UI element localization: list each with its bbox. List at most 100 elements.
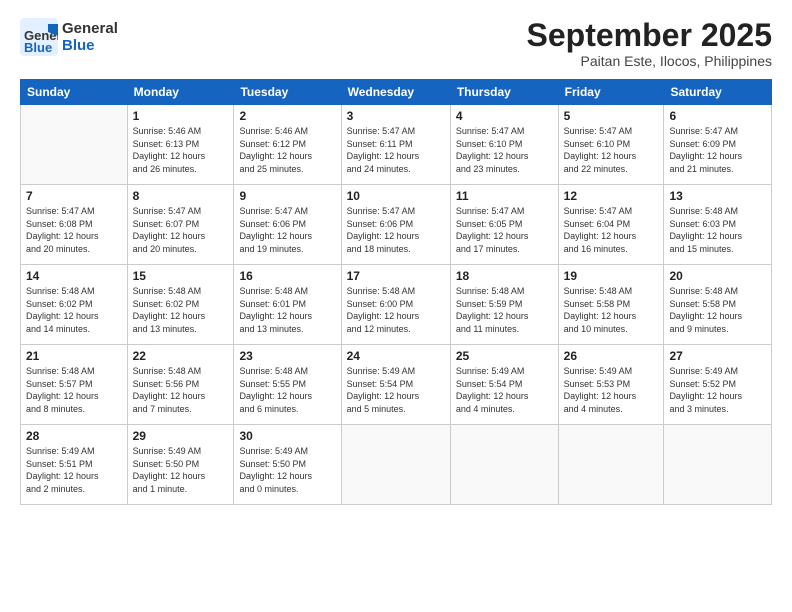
day-number: 26 (564, 349, 659, 363)
day-info: Sunrise: 5:47 AM Sunset: 6:10 PM Dayligh… (564, 125, 659, 175)
calendar-cell: 24 Sunrise: 5:49 AM Sunset: 5:54 PM Dayli… (341, 345, 450, 425)
calendar-cell (341, 425, 450, 505)
calendar-cell: 14 Sunrise: 5:48 AM Sunset: 6:02 PM Dayli… (21, 265, 128, 345)
day-info: Sunrise: 5:48 AM Sunset: 5:57 PM Dayligh… (26, 365, 122, 415)
day-info: Sunrise: 5:47 AM Sunset: 6:06 PM Dayligh… (239, 205, 335, 255)
day-number: 17 (347, 269, 445, 283)
calendar-cell: 23 Sunrise: 5:48 AM Sunset: 5:55 PM Dayli… (234, 345, 341, 425)
day-number: 23 (239, 349, 335, 363)
calendar-cell: 27 Sunrise: 5:49 AM Sunset: 5:52 PM Dayli… (664, 345, 772, 425)
logo-icon: General Blue (20, 18, 58, 56)
day-number: 18 (456, 269, 553, 283)
page: General Blue General Blue September 2025… (0, 0, 792, 612)
day-number: 29 (133, 429, 229, 443)
day-number: 13 (669, 189, 766, 203)
weekday-header-saturday: Saturday (664, 80, 772, 105)
day-number: 12 (564, 189, 659, 203)
calendar-header-row: SundayMondayTuesdayWednesdayThursdayFrid… (21, 80, 772, 105)
calendar-cell: 11 Sunrise: 5:47 AM Sunset: 6:05 PM Dayli… (450, 185, 558, 265)
day-number: 7 (26, 189, 122, 203)
weekday-header-thursday: Thursday (450, 80, 558, 105)
calendar-cell: 17Sunrise: 5:48 AM Sunset: 6:00 PM Dayli… (341, 265, 450, 345)
calendar-cell: 21 Sunrise: 5:48 AM Sunset: 5:57 PM Dayli… (21, 345, 128, 425)
day-number: 4 (456, 109, 553, 123)
day-number: 19 (564, 269, 659, 283)
day-number: 22 (133, 349, 229, 363)
day-info: Sunrise: 5:49 AM Sunset: 5:54 PM Dayligh… (347, 365, 445, 415)
day-info: Sunrise: 5:48 AM Sunset: 5:55 PM Dayligh… (239, 365, 335, 415)
day-number: 21 (26, 349, 122, 363)
logo-text: General Blue (62, 20, 118, 54)
calendar-cell: 30Sunrise: 5:49 AM Sunset: 5:50 PM Dayli… (234, 425, 341, 505)
day-info: Sunrise: 5:49 AM Sunset: 5:50 PM Dayligh… (239, 445, 335, 495)
day-info: Sunrise: 5:48 AM Sunset: 5:58 PM Dayligh… (669, 285, 766, 335)
day-info: Sunrise: 5:49 AM Sunset: 5:52 PM Dayligh… (669, 365, 766, 415)
day-number: 24 (347, 349, 445, 363)
calendar-cell: 28 Sunrise: 5:49 AM Sunset: 5:51 PM Dayli… (21, 425, 128, 505)
day-info: Sunrise: 5:49 AM Sunset: 5:53 PM Dayligh… (564, 365, 659, 415)
day-number: 1 (133, 109, 229, 123)
svg-text:Blue: Blue (24, 40, 52, 55)
day-number: 15 (133, 269, 229, 283)
day-number: 16 (239, 269, 335, 283)
calendar-cell: 2Sunrise: 5:46 AM Sunset: 6:12 PM Daylig… (234, 105, 341, 185)
day-info: Sunrise: 5:48 AM Sunset: 5:56 PM Dayligh… (133, 365, 229, 415)
calendar-table: SundayMondayTuesdayWednesdayThursdayFrid… (20, 79, 772, 505)
day-info: Sunrise: 5:48 AM Sunset: 6:03 PM Dayligh… (669, 205, 766, 255)
day-info: Sunrise: 5:46 AM Sunset: 6:12 PM Dayligh… (239, 125, 335, 175)
day-number: 27 (669, 349, 766, 363)
day-number: 6 (669, 109, 766, 123)
calendar-week-1: 1 Sunrise: 5:46 AM Sunset: 6:13 PM Daylig… (21, 105, 772, 185)
calendar-cell: 10 Sunrise: 5:47 AM Sunset: 6:06 PM Dayli… (341, 185, 450, 265)
calendar-cell: 29Sunrise: 5:49 AM Sunset: 5:50 PM Dayli… (127, 425, 234, 505)
logo-blue: Blue (62, 37, 118, 54)
location-subtitle: Paitan Este, Ilocos, Philippines (527, 53, 772, 69)
day-info: Sunrise: 5:47 AM Sunset: 6:05 PM Dayligh… (456, 205, 553, 255)
calendar-cell: 20 Sunrise: 5:48 AM Sunset: 5:58 PM Dayli… (664, 265, 772, 345)
calendar-cell: 18 Sunrise: 5:48 AM Sunset: 5:59 PM Dayli… (450, 265, 558, 345)
day-info: Sunrise: 5:48 AM Sunset: 5:58 PM Dayligh… (564, 285, 659, 335)
day-info: Sunrise: 5:48 AM Sunset: 5:59 PM Dayligh… (456, 285, 553, 335)
calendar-cell: 7 Sunrise: 5:47 AM Sunset: 6:08 PM Daylig… (21, 185, 128, 265)
day-info: Sunrise: 5:47 AM Sunset: 6:11 PM Dayligh… (347, 125, 445, 175)
calendar-cell: 3 Sunrise: 5:47 AM Sunset: 6:11 PM Daylig… (341, 105, 450, 185)
calendar-cell (450, 425, 558, 505)
day-number: 11 (456, 189, 553, 203)
calendar-week-4: 21 Sunrise: 5:48 AM Sunset: 5:57 PM Dayli… (21, 345, 772, 425)
day-info: Sunrise: 5:46 AM Sunset: 6:13 PM Dayligh… (133, 125, 229, 175)
day-info: Sunrise: 5:47 AM Sunset: 6:06 PM Dayligh… (347, 205, 445, 255)
day-number: 9 (239, 189, 335, 203)
day-info: Sunrise: 5:48 AM Sunset: 6:02 PM Dayligh… (26, 285, 122, 335)
weekday-header-monday: Monday (127, 80, 234, 105)
day-info: Sunrise: 5:49 AM Sunset: 5:51 PM Dayligh… (26, 445, 122, 495)
calendar-cell: 12Sunrise: 5:47 AM Sunset: 6:04 PM Dayli… (558, 185, 664, 265)
weekday-header-sunday: Sunday (21, 80, 128, 105)
calendar-week-2: 7 Sunrise: 5:47 AM Sunset: 6:08 PM Daylig… (21, 185, 772, 265)
weekday-header-tuesday: Tuesday (234, 80, 341, 105)
weekday-header-wednesday: Wednesday (341, 80, 450, 105)
calendar-cell (558, 425, 664, 505)
calendar-cell: 9 Sunrise: 5:47 AM Sunset: 6:06 PM Daylig… (234, 185, 341, 265)
calendar-cell: 6Sunrise: 5:47 AM Sunset: 6:09 PM Daylig… (664, 105, 772, 185)
day-number: 14 (26, 269, 122, 283)
day-info: Sunrise: 5:47 AM Sunset: 6:10 PM Dayligh… (456, 125, 553, 175)
calendar-week-3: 14 Sunrise: 5:48 AM Sunset: 6:02 PM Dayli… (21, 265, 772, 345)
day-number: 5 (564, 109, 659, 123)
day-info: Sunrise: 5:47 AM Sunset: 6:08 PM Dayligh… (26, 205, 122, 255)
calendar-cell: 8Sunrise: 5:47 AM Sunset: 6:07 PM Daylig… (127, 185, 234, 265)
day-number: 8 (133, 189, 229, 203)
day-number: 20 (669, 269, 766, 283)
day-number: 28 (26, 429, 122, 443)
calendar-cell: 19 Sunrise: 5:48 AM Sunset: 5:58 PM Dayli… (558, 265, 664, 345)
day-info: Sunrise: 5:49 AM Sunset: 5:54 PM Dayligh… (456, 365, 553, 415)
calendar-week-5: 28 Sunrise: 5:49 AM Sunset: 5:51 PM Dayli… (21, 425, 772, 505)
day-number: 3 (347, 109, 445, 123)
title-block: September 2025 Paitan Este, Ilocos, Phil… (527, 18, 772, 69)
calendar-cell: 15 Sunrise: 5:48 AM Sunset: 6:02 PM Dayli… (127, 265, 234, 345)
logo: General Blue General Blue (20, 18, 118, 56)
calendar-cell: 5 Sunrise: 5:47 AM Sunset: 6:10 PM Daylig… (558, 105, 664, 185)
calendar-cell: 4 Sunrise: 5:47 AM Sunset: 6:10 PM Daylig… (450, 105, 558, 185)
calendar-cell: 25Sunrise: 5:49 AM Sunset: 5:54 PM Dayli… (450, 345, 558, 425)
day-number: 10 (347, 189, 445, 203)
day-info: Sunrise: 5:48 AM Sunset: 6:02 PM Dayligh… (133, 285, 229, 335)
